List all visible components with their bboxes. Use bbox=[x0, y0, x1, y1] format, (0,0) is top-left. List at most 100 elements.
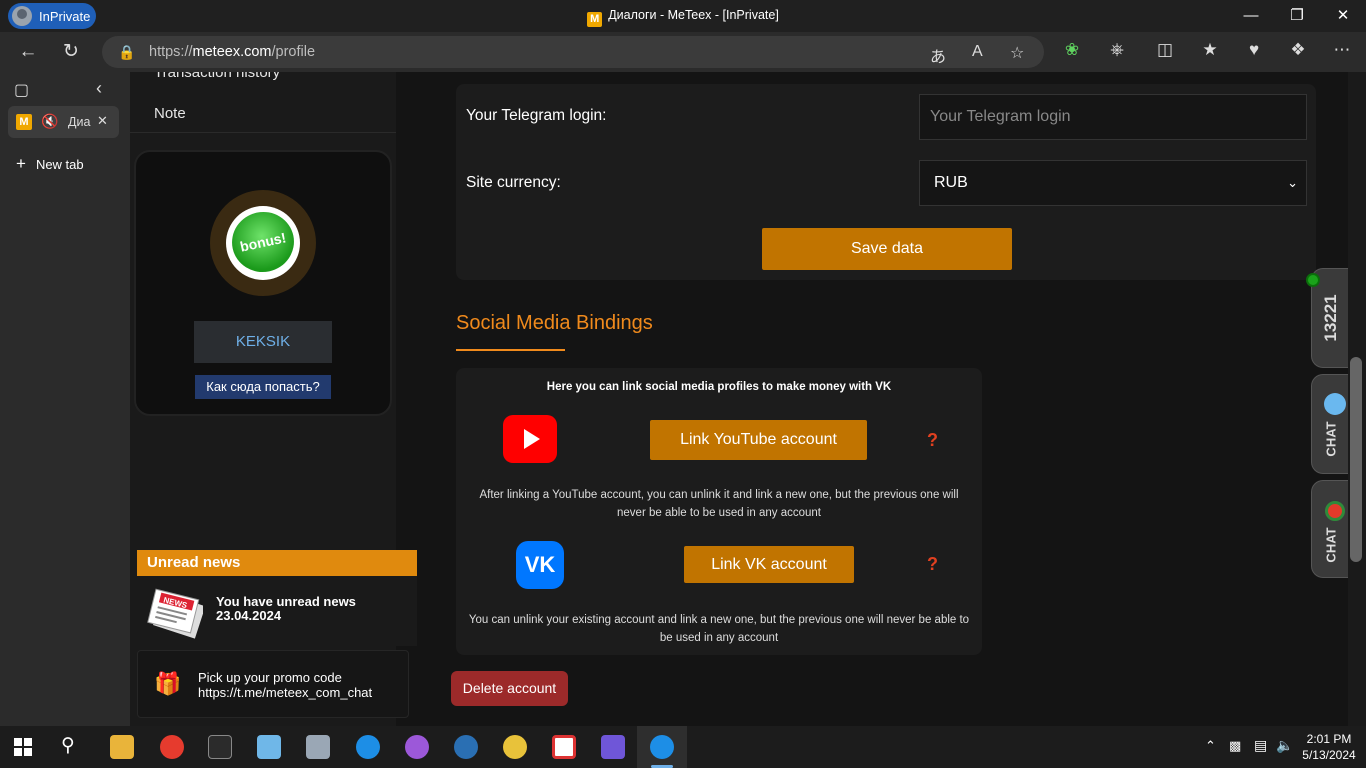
site-favicon-icon: M bbox=[587, 12, 603, 27]
address-bar[interactable]: 🔒 https://meteex.com/profile あ A ☆ bbox=[102, 36, 1044, 68]
notepad-icon[interactable] bbox=[257, 735, 281, 759]
tab-meteex[interactable]: M 🔇 Диа ✕ bbox=[8, 106, 119, 138]
clock-date: 5/13/2024 bbox=[1302, 748, 1356, 762]
telegram-login-input[interactable]: Your Telegram login bbox=[919, 94, 1307, 140]
navigation-bar: ← ↻ 🔒 https://meteex.com/profile あ A ☆ ❀… bbox=[0, 32, 1366, 72]
read-aloud-icon[interactable]: A bbox=[972, 43, 983, 61]
unread-news-box[interactable]: Unread news NEWS You have unread news 23.… bbox=[137, 550, 417, 646]
mountain-app-icon[interactable] bbox=[601, 735, 625, 759]
clock-time: 2:01 PM bbox=[1306, 732, 1352, 746]
tab-label: Диа bbox=[68, 115, 91, 129]
chat-tab-2[interactable]: CHAT bbox=[1311, 480, 1348, 578]
username-button[interactable]: KEKSIK bbox=[194, 321, 332, 363]
close-window-button[interactable]: ✕ bbox=[1320, 4, 1366, 28]
social-bindings-card: Here you can link social media profiles … bbox=[456, 368, 982, 655]
chat-label-2: CHAT bbox=[1323, 527, 1338, 563]
tab-actions-icon[interactable]: ▢ bbox=[14, 80, 29, 100]
youtube-help-icon[interactable]: ? bbox=[927, 430, 938, 451]
profile-form-card: Your Telegram login: Your Telegram login… bbox=[456, 84, 1316, 280]
how-to-get-here-link[interactable]: Как сюда попасть? bbox=[195, 375, 331, 399]
collapse-panel-chevron-icon[interactable]: ‹ bbox=[96, 78, 102, 99]
chat-flag-icon-2 bbox=[1325, 501, 1345, 521]
gift-icon: 🎁 bbox=[154, 671, 182, 696]
chat-flag-icon-1 bbox=[1324, 393, 1346, 415]
vk-note: You can unlink your existing account and… bbox=[468, 614, 970, 644]
nav-link-transaction-history[interactable]: Transaction history bbox=[154, 72, 280, 81]
link-youtube-button[interactable]: Link YouTube account bbox=[650, 420, 867, 460]
bonus-box: bonus! KEKSIK Как сюда попасть? bbox=[134, 150, 392, 416]
chat-label-1: CHAT bbox=[1323, 421, 1338, 457]
promo-text: Pick up your promo code https://t.me/mete… bbox=[198, 670, 373, 700]
news-text: You have unread news 23.04.2024 bbox=[216, 594, 356, 623]
edge-inprivate-icon[interactable] bbox=[650, 735, 674, 759]
back-arrow-icon[interactable]: ← bbox=[15, 40, 41, 64]
online-status-dot bbox=[1306, 273, 1320, 287]
network-icon[interactable]: ▤ bbox=[1254, 737, 1267, 754]
chat-tab-1[interactable]: CHAT bbox=[1311, 374, 1348, 474]
favorite-star-icon[interactable]: ☆ bbox=[1010, 43, 1024, 63]
title-underline bbox=[456, 349, 565, 351]
search-icon[interactable]: ⚲ bbox=[61, 734, 75, 757]
bee-app-icon[interactable] bbox=[503, 735, 527, 759]
unread-news-header: Unread news bbox=[137, 550, 417, 576]
vk-help-icon[interactable]: ? bbox=[927, 554, 938, 575]
scrollbar-thumb[interactable] bbox=[1350, 357, 1362, 562]
youtube-icon bbox=[503, 415, 557, 463]
extensions-puzzle-icon[interactable]: ⎈ bbox=[1104, 40, 1130, 60]
online-count: 13221 bbox=[1320, 294, 1340, 342]
url-text[interactable]: https://meteex.com/profile bbox=[149, 44, 315, 60]
new-tab-label: New tab bbox=[35, 157, 84, 172]
minimize-button[interactable]: — bbox=[1228, 4, 1274, 28]
extension-leaf-icon[interactable]: ❀ bbox=[1059, 40, 1085, 60]
bonus-text: bonus! bbox=[238, 229, 288, 255]
nav-link-note[interactable]: Note bbox=[154, 105, 186, 122]
youtube-note: After linking a YouTube account, you can… bbox=[479, 489, 959, 519]
favorites-icon[interactable]: ★ bbox=[1197, 40, 1223, 60]
split-screen-icon[interactable]: ◫ bbox=[1152, 40, 1178, 60]
restore-button[interactable]: ❐ bbox=[1274, 4, 1320, 28]
plus-icon: + bbox=[16, 154, 26, 173]
terminal-icon[interactable] bbox=[208, 735, 232, 759]
pycharm-like-icon[interactable] bbox=[454, 735, 478, 759]
social-intro-text: Here you can link social media profiles … bbox=[546, 381, 892, 393]
system-clock[interactable]: 2:01 PM 5/13/2024 bbox=[1296, 731, 1362, 763]
telegram-login-label: Your Telegram login: bbox=[466, 107, 607, 124]
presentation-app-icon[interactable] bbox=[552, 735, 576, 759]
colorful-app-icon[interactable] bbox=[405, 735, 429, 759]
promo-code-box[interactable]: 🎁 Pick up your promo code https://t.me/me… bbox=[137, 650, 409, 718]
vk-icon: VK bbox=[516, 541, 564, 589]
edge-icon[interactable] bbox=[356, 735, 380, 759]
wps-office-icon[interactable] bbox=[160, 735, 184, 759]
muted-speaker-icon[interactable]: 🔇 bbox=[41, 113, 58, 130]
save-data-button[interactable]: Save data bbox=[762, 228, 1012, 270]
title-bar: InPrivate M Диалоги - MeTeex - [InPrivate… bbox=[0, 0, 1366, 32]
chevron-down-icon: ⌄ bbox=[1287, 175, 1298, 190]
performance-icon[interactable]: ♥ bbox=[1241, 40, 1267, 60]
lock-icon: 🔒 bbox=[118, 44, 136, 60]
volume-icon[interactable]: 🔈 bbox=[1276, 737, 1293, 754]
collections-icon[interactable]: ❖ bbox=[1285, 40, 1311, 60]
close-tab-icon[interactable]: ✕ bbox=[97, 113, 108, 129]
web-content: Transaction history Note bonus! KEKSIK К… bbox=[130, 72, 1348, 726]
tab-favicon-icon: M bbox=[16, 114, 32, 130]
system-tool-icon[interactable] bbox=[306, 735, 330, 759]
site-currency-label: Site currency: bbox=[466, 174, 561, 191]
window-title-text: Диалоги - MeTeex - [InPrivate] bbox=[608, 8, 779, 22]
newspaper-icon: NEWS bbox=[147, 588, 203, 639]
device-icon[interactable]: ▩ bbox=[1229, 738, 1241, 754]
show-hidden-icons-chevron-icon[interactable]: ⌃ bbox=[1205, 738, 1216, 754]
refresh-icon[interactable]: ↻ bbox=[58, 40, 84, 64]
divider bbox=[130, 132, 396, 133]
window-title: M Диалоги - MeTeex - [InPrivate] bbox=[0, 8, 1366, 27]
delete-account-button[interactable]: Delete account bbox=[451, 671, 568, 706]
currency-selected-value: RUB bbox=[934, 174, 968, 191]
more-menu-icon[interactable]: ⋯ bbox=[1329, 40, 1355, 60]
link-vk-button[interactable]: Link VK account bbox=[684, 546, 854, 583]
new-tab-button[interactable]: + New tab bbox=[16, 154, 84, 174]
file-explorer-icon[interactable] bbox=[110, 735, 134, 759]
translate-icon[interactable]: あ bbox=[930, 43, 946, 67]
taskbar: ⚲ ⌃ ▩ ▤ 🔈 2:01 PM 5/13/2024 bbox=[0, 726, 1366, 768]
social-bindings-title: Social Media Bindings bbox=[456, 312, 653, 334]
site-currency-select[interactable]: RUB ⌄ bbox=[919, 160, 1307, 206]
windows-start-icon[interactable] bbox=[14, 738, 32, 756]
